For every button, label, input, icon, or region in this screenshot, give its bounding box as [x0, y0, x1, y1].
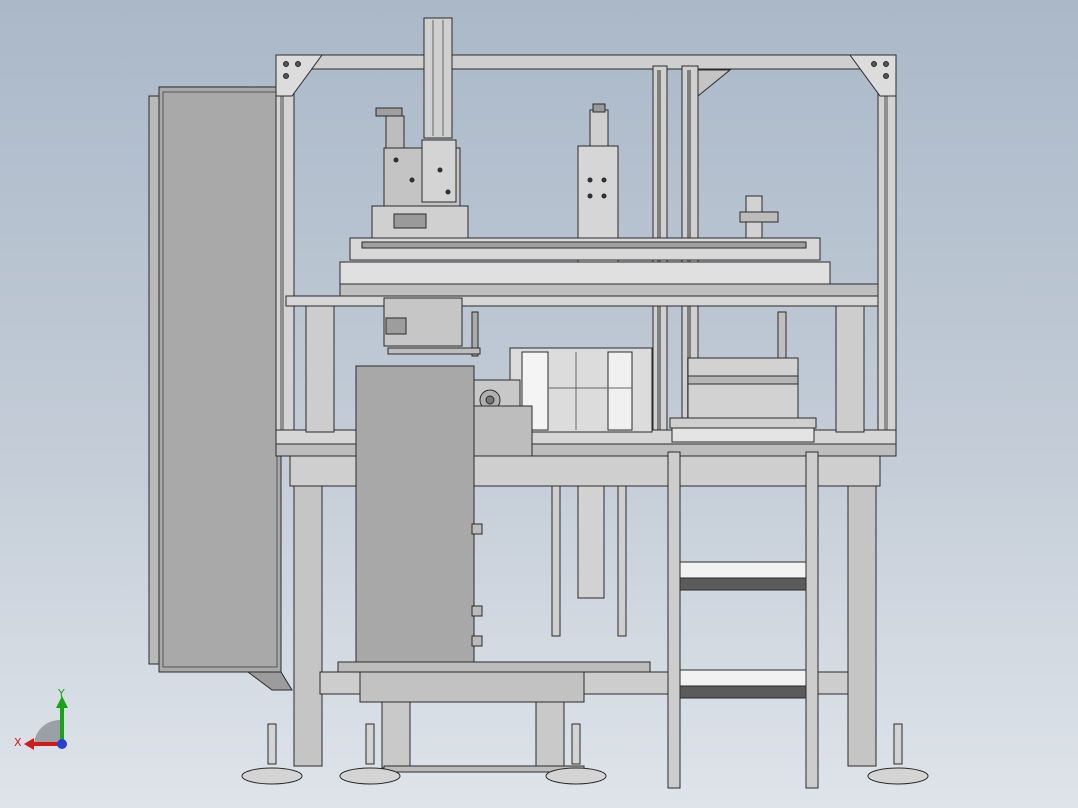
z-column[interactable] [423, 17, 453, 139]
cad-viewport[interactable]: Y X [0, 0, 1078, 808]
z-axis-dot [57, 739, 67, 749]
corner-bracket-right [849, 54, 897, 97]
x-axis-label: X [14, 736, 22, 749]
x-gantry-rail[interactable] [339, 237, 879, 297]
right-clamp[interactable] [739, 195, 779, 239]
y-axis-label: Y [57, 687, 65, 700]
machine-model[interactable]: Y X [0, 0, 1078, 808]
hanging-guides [551, 485, 627, 637]
step-ladder[interactable] [667, 451, 819, 789]
gripper-module[interactable] [383, 297, 481, 357]
corner-bracket-left [275, 54, 323, 97]
electrical-cabinet[interactable] [148, 86, 293, 691]
triad-plane [34, 719, 60, 744]
leveling-feet [241, 723, 929, 785]
coordinate-triad: Y X [14, 687, 68, 750]
left-gantry-module[interactable] [371, 107, 469, 241]
lift-stand[interactable] [359, 671, 585, 773]
